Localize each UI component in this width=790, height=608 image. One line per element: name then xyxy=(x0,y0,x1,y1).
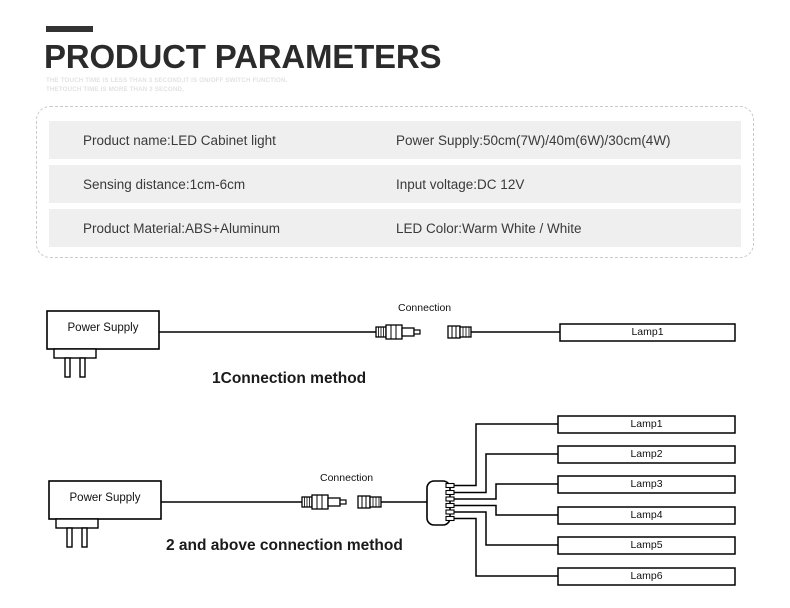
power-supply-label-1: Power Supply xyxy=(67,322,139,334)
subtitle-line-2: THETOUCH TIME IS MORE THAN 3 SECOND, xyxy=(46,86,184,93)
dc-female-connector-2 xyxy=(357,495,382,509)
branch-wire-3 xyxy=(454,483,558,500)
power-supply-prong-1b xyxy=(79,357,86,378)
table-row: Product Material:ABS+Aluminum LED Color:… xyxy=(49,209,741,247)
lamp-label-d2-4: Lamp4 xyxy=(630,509,663,521)
page-subtitle: THE TOUCH TIME IS LESS THAN 3 SECOND,IT … xyxy=(46,76,287,94)
spec-cell-sensing-distance: Sensing distance:1cm-6cm xyxy=(83,176,246,192)
power-supply-prong-1a xyxy=(64,357,71,378)
spec-cell-product-name: Product name:LED Cabinet light xyxy=(83,132,276,148)
branch-wire-4 xyxy=(454,504,558,516)
branch-wire-2 xyxy=(454,453,558,494)
power-supply-prong-2b xyxy=(81,527,88,548)
page-title: PRODUCT PARAMETERS xyxy=(44,38,442,75)
dc-male-connector-2 xyxy=(301,494,347,510)
power-supply-prong-2a xyxy=(66,527,73,548)
spec-cell-product-material: Product Material:ABS+Aluminum xyxy=(83,220,280,236)
title-accent-dash xyxy=(46,26,93,32)
branch-wire-5 xyxy=(454,511,558,546)
spec-cell-power-supply: Power Supply:50cm(7W)/40m(6W)/30cm(4W) xyxy=(396,132,671,148)
diagram-1-graphics xyxy=(46,310,736,378)
spec-cell-led-color: LED Color:Warm White / White xyxy=(396,220,582,236)
lamp-label-d2-3: Lamp3 xyxy=(630,478,663,490)
table-row: Sensing distance:1cm-6cm Input voltage:D… xyxy=(49,165,741,203)
branch-wire-1 xyxy=(454,423,558,487)
dc-male-connector-1 xyxy=(375,324,421,340)
lamp-label-d2-2: Lamp2 xyxy=(630,448,663,460)
dc-female-connector-1 xyxy=(447,325,472,339)
diagram-2-caption: 2 and above connection method xyxy=(166,537,403,554)
splitter-port-4 xyxy=(445,502,455,509)
branch-wire-6 xyxy=(454,517,558,577)
splitter-port-2 xyxy=(445,489,455,496)
product-parameters-page: PRODUCT PARAMETERS THE TOUCH TIME IS LES… xyxy=(0,0,790,608)
lamp-label-d2-6: Lamp6 xyxy=(630,570,663,582)
splitter-port-1 xyxy=(445,482,455,489)
lamp-label-d2-5: Lamp5 xyxy=(630,539,663,551)
power-supply-label-2: Power Supply xyxy=(69,492,141,504)
spec-table: Product name:LED Cabinet light Power Sup… xyxy=(36,106,754,258)
splitter-hub xyxy=(426,480,451,526)
table-row: Product name:LED Cabinet light Power Sup… xyxy=(49,121,741,159)
splitter-port-3 xyxy=(445,496,455,502)
diagram-1-caption: 1Connection method xyxy=(212,370,367,387)
lamp-label-d1-1: Lamp1 xyxy=(631,326,664,338)
power-supply-plug-base-2 xyxy=(55,518,99,529)
spec-cell-input-voltage: Input voltage:DC 12V xyxy=(396,176,525,192)
subtitle-line-1: THE TOUCH TIME IS LESS THAN 3 SECOND,IT … xyxy=(46,77,288,84)
connection-label-1: Connection xyxy=(398,302,452,314)
power-supply-plug-base-1 xyxy=(53,348,97,359)
lamp-label-d2-1: Lamp1 xyxy=(630,418,663,430)
splitter-port-5 xyxy=(445,509,455,515)
connection-label-2: Connection xyxy=(320,472,374,484)
splitter-port-6 xyxy=(445,515,455,522)
